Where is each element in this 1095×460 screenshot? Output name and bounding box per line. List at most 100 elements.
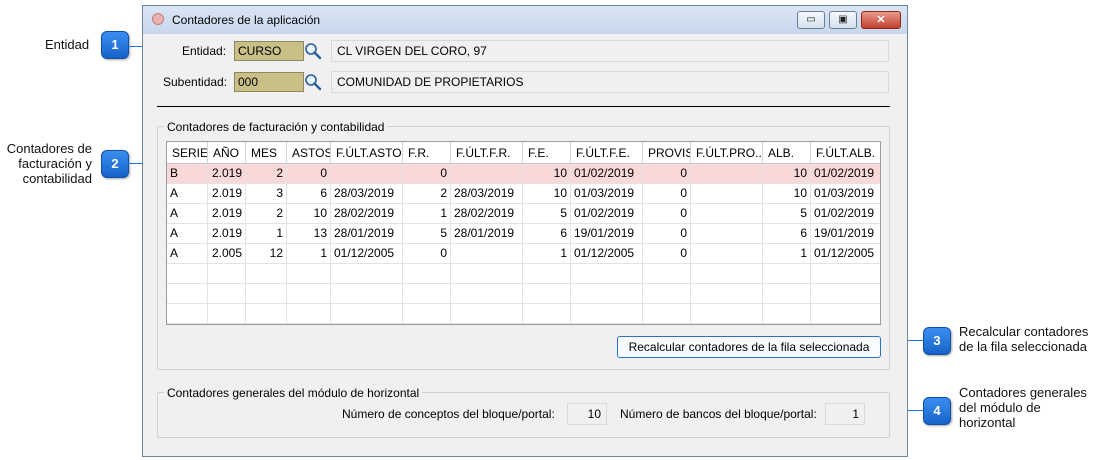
empty-cell[interactable]	[246, 304, 287, 324]
table-cell[interactable]: 0	[403, 164, 451, 184]
empty-cell[interactable]	[643, 304, 691, 324]
table-cell[interactable]: 3	[246, 184, 287, 204]
table-cell[interactable]	[451, 164, 523, 184]
empty-cell[interactable]	[208, 304, 246, 324]
empty-cell[interactable]	[763, 304, 811, 324]
table-cell[interactable]: 0	[643, 244, 691, 264]
empty-cell[interactable]	[691, 264, 763, 284]
table-cell[interactable]: A	[167, 224, 208, 244]
table-cell[interactable]: 5	[403, 224, 451, 244]
empty-cell[interactable]	[403, 284, 451, 304]
table-cell[interactable]	[691, 164, 763, 184]
table-cell[interactable]	[691, 204, 763, 224]
column-header[interactable]: F.ÚLT.F.R.	[451, 142, 523, 164]
table-cell[interactable]: 6	[287, 184, 331, 204]
empty-cell[interactable]	[571, 304, 643, 324]
table-cell[interactable]: 5	[763, 204, 811, 224]
empty-cell[interactable]	[246, 264, 287, 284]
column-header[interactable]: AÑO	[208, 142, 246, 164]
empty-cell[interactable]	[571, 264, 643, 284]
column-header[interactable]: ALB.	[763, 142, 811, 164]
entity-code-input[interactable]: CURSO	[234, 41, 304, 61]
table-cell[interactable]: 1	[246, 224, 287, 244]
empty-cell[interactable]	[523, 304, 571, 324]
subentity-code-input[interactable]: 000	[234, 72, 304, 92]
column-header[interactable]: F.R.	[403, 142, 451, 164]
table-cell[interactable]: 6	[763, 224, 811, 244]
column-header[interactable]: F.E.	[523, 142, 571, 164]
title-bar[interactable]: Contadores de la aplicación ▭ ▣ ✕	[143, 6, 907, 34]
table-cell[interactable]: 19/01/2019	[811, 224, 880, 244]
empty-cell[interactable]	[167, 264, 208, 284]
table-cell[interactable]	[691, 244, 763, 264]
table-cell[interactable]	[331, 164, 403, 184]
table-cell[interactable]: 10	[763, 164, 811, 184]
table-cell[interactable]: 2	[403, 184, 451, 204]
billing-counters-grid[interactable]: SERIEAÑOMESASTOS.F.ÚLT.ASTO.F.R.F.ÚLT.F.…	[166, 141, 881, 325]
table-cell[interactable]: 2	[246, 204, 287, 224]
table-cell[interactable]: 28/01/2019	[451, 224, 523, 244]
empty-cell[interactable]	[643, 264, 691, 284]
table-cell[interactable]: 01/12/2005	[571, 244, 643, 264]
table-cell[interactable]: 01/02/2019	[811, 204, 880, 224]
table-cell[interactable]: 2.019	[208, 184, 246, 204]
empty-cell[interactable]	[403, 304, 451, 324]
empty-cell[interactable]	[287, 264, 331, 284]
table-cell[interactable]	[691, 224, 763, 244]
table-cell[interactable]: 01/02/2019	[571, 204, 643, 224]
empty-cell[interactable]	[331, 284, 403, 304]
empty-cell[interactable]	[643, 284, 691, 304]
table-cell[interactable]: 0	[643, 224, 691, 244]
table-cell[interactable]: 13	[287, 224, 331, 244]
empty-cell[interactable]	[571, 284, 643, 304]
minimize-icon[interactable]: ▭	[797, 11, 825, 29]
table-cell[interactable]: 1	[523, 244, 571, 264]
empty-cell[interactable]	[763, 284, 811, 304]
table-cell[interactable]: 12	[246, 244, 287, 264]
column-header[interactable]: PROVIS.	[643, 142, 691, 164]
table-cell[interactable]: 1	[763, 244, 811, 264]
column-header[interactable]: MES	[246, 142, 287, 164]
empty-cell[interactable]	[331, 264, 403, 284]
table-cell[interactable]: 28/02/2019	[331, 204, 403, 224]
close-icon[interactable]: ✕	[861, 11, 901, 29]
recalc-button[interactable]: Recalcular contadores de la fila selecci…	[617, 336, 881, 358]
table-cell[interactable]: 0	[643, 204, 691, 224]
table-cell[interactable]	[691, 184, 763, 204]
empty-cell[interactable]	[287, 284, 331, 304]
table-cell[interactable]: 2.005	[208, 244, 246, 264]
maximize-icon[interactable]: ▣	[829, 11, 857, 29]
table-cell[interactable]: 10	[763, 184, 811, 204]
table-cell[interactable]: 2.019	[208, 224, 246, 244]
table-cell[interactable]: 2.019	[208, 204, 246, 224]
column-header[interactable]: ASTOS.	[287, 142, 331, 164]
table-cell[interactable]: 0	[287, 164, 331, 184]
column-header[interactable]: F.ÚLT.PRO...	[691, 142, 763, 164]
table-cell[interactable]: 0	[403, 244, 451, 264]
table-cell[interactable]: 28/03/2019	[331, 184, 403, 204]
empty-cell[interactable]	[287, 304, 331, 324]
empty-cell[interactable]	[167, 284, 208, 304]
empty-cell[interactable]	[523, 264, 571, 284]
table-cell[interactable]: 28/01/2019	[331, 224, 403, 244]
empty-cell[interactable]	[451, 304, 523, 324]
table-cell[interactable]: 0	[643, 184, 691, 204]
table-cell[interactable]	[451, 244, 523, 264]
table-cell[interactable]: 1	[403, 204, 451, 224]
empty-cell[interactable]	[451, 284, 523, 304]
empty-cell[interactable]	[811, 304, 880, 324]
table-cell[interactable]: A	[167, 184, 208, 204]
empty-cell[interactable]	[523, 284, 571, 304]
table-cell[interactable]: 28/03/2019	[451, 184, 523, 204]
table-cell[interactable]: 19/01/2019	[571, 224, 643, 244]
table-cell[interactable]: 01/03/2019	[571, 184, 643, 204]
table-cell[interactable]: 10	[287, 204, 331, 224]
empty-cell[interactable]	[331, 304, 403, 324]
table-cell[interactable]: 01/02/2019	[811, 164, 880, 184]
empty-cell[interactable]	[208, 264, 246, 284]
table-cell[interactable]: B	[167, 164, 208, 184]
column-header[interactable]: F.ÚLT.ASTO.	[331, 142, 403, 164]
table-cell[interactable]: 6	[523, 224, 571, 244]
empty-cell[interactable]	[811, 284, 880, 304]
table-cell[interactable]: A	[167, 244, 208, 264]
